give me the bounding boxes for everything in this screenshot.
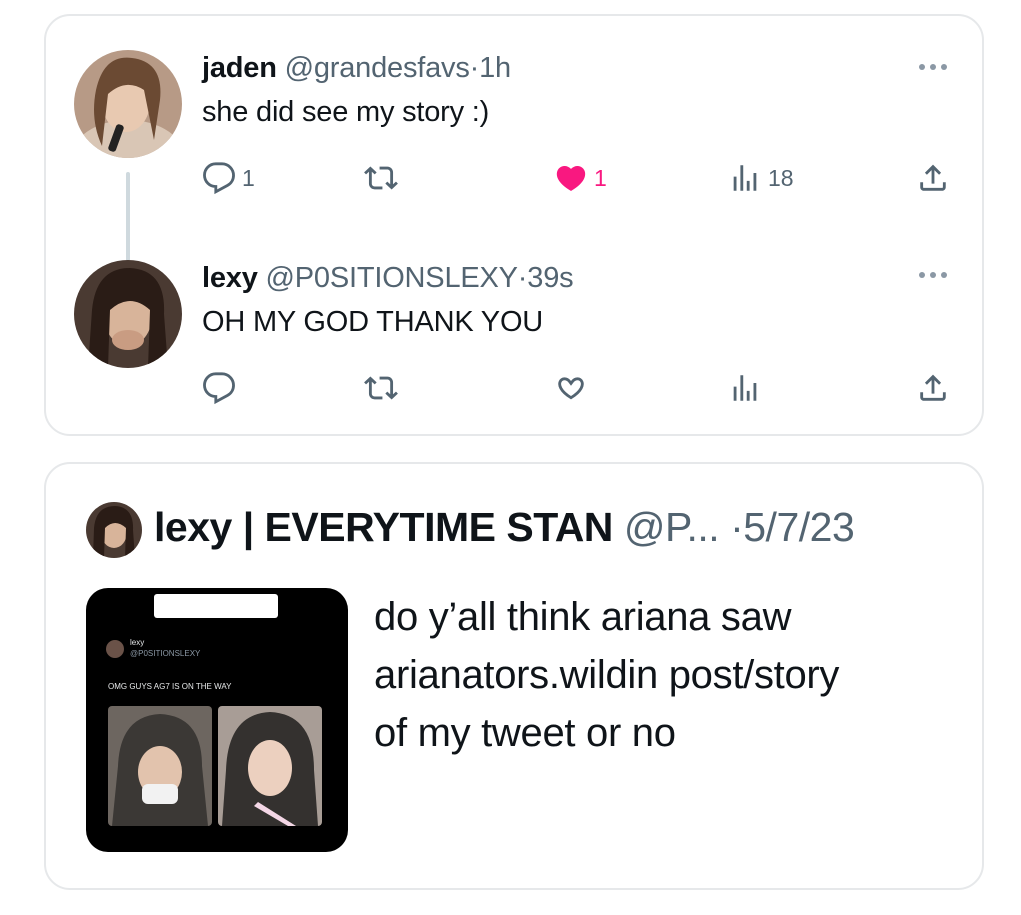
tweet-2-separator: · <box>517 262 528 294</box>
tweet-1-like-count: 1 <box>594 164 607 191</box>
lexy-avatar[interactable] <box>74 260 182 368</box>
share-icon <box>920 374 946 401</box>
retweet-icon <box>364 166 398 190</box>
tweet-1-header: jaden @grandesfavs·1h <box>202 52 511 85</box>
thumbnail-text: OMG GUYS AG7 IS ON THE WAY <box>108 682 232 691</box>
reply-icon <box>203 372 235 405</box>
tweet-1-reply-count: 1 <box>242 164 255 191</box>
quoted-text-line-3: of my tweet or no <box>374 711 676 755</box>
tweet-1-like-button[interactable]: 1 <box>554 158 607 198</box>
tweet-1-views-button[interactable]: 18 <box>728 158 794 198</box>
heart-outline-icon <box>558 377 584 400</box>
tweet-1-separator: · <box>469 52 480 84</box>
ellipsis-icon[interactable] <box>916 268 950 282</box>
share-icon <box>920 164 946 191</box>
tweet-2-action-bar <box>202 368 962 408</box>
tweet-2-share-button[interactable] <box>916 368 950 408</box>
quoted-text-line-1: do y’all think ariana saw <box>374 595 792 639</box>
tweet-1-text: she did see my story :) <box>202 96 490 128</box>
tweet-1-share-button[interactable] <box>916 158 950 198</box>
quoted-author-handle: @P... <box>623 504 720 550</box>
tweet-2-timestamp[interactable]: 39s <box>527 262 573 294</box>
tweet-1-timestamp[interactable]: 1h <box>479 52 511 84</box>
jaden-avatar[interactable] <box>74 50 182 158</box>
tweet-1-views-count: 18 <box>768 164 794 191</box>
quoted-tweet-header: lexy | EVERYTIME STAN @P... ·5/7/23 <box>154 504 855 551</box>
quoted-separator: · <box>730 504 744 550</box>
tweet-1-handle[interactable]: @grandesfavs <box>285 52 470 84</box>
tweet-2-header: lexy @P0SITIONSLEXY·39s <box>202 262 574 295</box>
quoted-date: 5/7/23 <box>743 504 855 550</box>
bar-chart-icon <box>733 375 757 401</box>
thread-connector-line <box>126 172 130 262</box>
tweet-1-reply-button[interactable]: 1 <box>202 158 255 198</box>
quoted-tweet-text: do y’all think ariana saw arianators.wil… <box>374 588 974 762</box>
tweet-2-retweet-button[interactable] <box>364 368 404 408</box>
thumbnail-name: lexy <box>130 638 145 647</box>
tweet-1-author-name[interactable]: jaden <box>202 52 277 84</box>
reply-icon <box>203 162 235 195</box>
thumbnail-caption-bubble <box>154 594 278 618</box>
tweet-2-like-button[interactable] <box>554 368 594 408</box>
tweet-2-views-button[interactable] <box>728 368 768 408</box>
retweet-icon <box>364 376 398 400</box>
quoted-media-thumbnail[interactable]: lexy @P0SITIONSLEXY OMG GUYS AG7 IS ON T… <box>86 588 348 852</box>
quoted-text-line-2: arianators.wildin post/story <box>374 653 840 697</box>
thumbnail-avatar <box>106 640 124 658</box>
tweet-2-reply-button[interactable] <box>202 368 242 408</box>
bar-chart-icon <box>733 165 757 191</box>
quoted-author-name: lexy | EVERYTIME STAN <box>154 504 613 550</box>
thumbnail-photo-right <box>218 706 322 826</box>
tweet-2-text: OH MY GOD THANK YOU <box>202 306 544 338</box>
thumbnail-handle: @P0SITIONSLEXY <box>130 649 201 658</box>
reply-thread-card: jaden @grandesfavs·1h she did see my sto… <box>44 14 984 436</box>
tweet-2-handle[interactable]: @P0SITIONSLEXY <box>266 262 518 294</box>
ellipsis-icon[interactable] <box>916 60 950 74</box>
thumbnail-photo-left <box>108 706 212 826</box>
heart-filled-icon <box>556 165 586 191</box>
tweet-1-retweet-button[interactable] <box>364 158 404 198</box>
tweet-2-author-name[interactable]: lexy <box>202 262 258 294</box>
quoted-tweet-card[interactable]: lexy | EVERYTIME STAN @P... ·5/7/23 lexy… <box>44 462 984 890</box>
quoted-author-avatar <box>86 502 142 558</box>
tweet-1-action-bar: 1 1 18 <box>202 158 962 198</box>
